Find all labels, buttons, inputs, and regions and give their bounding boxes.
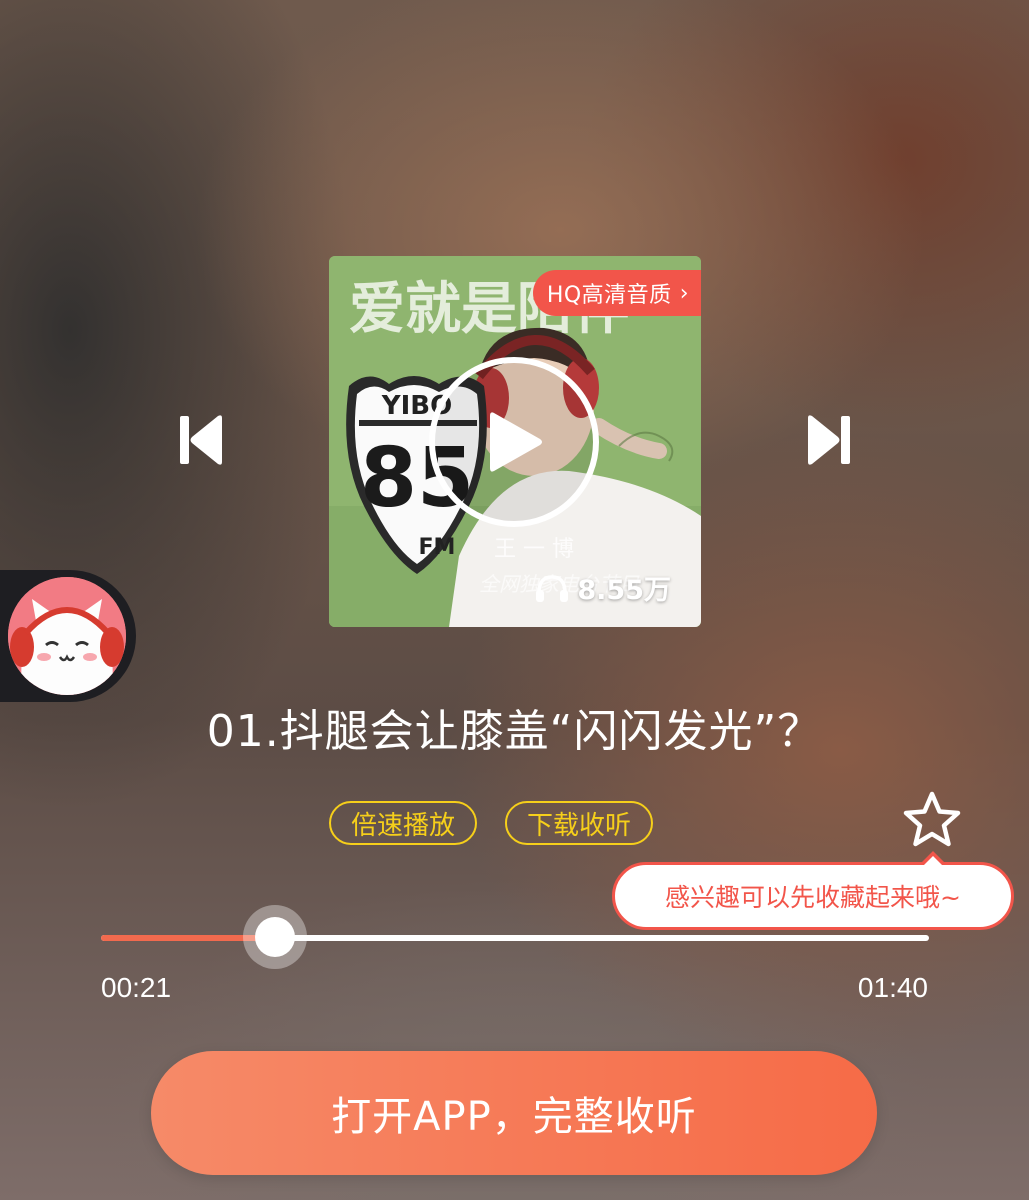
favorite-tooltip: 感兴趣可以先收藏起来哦~ — [612, 851, 1014, 930]
playback-speed-chip[interactable]: 倍速播放 — [329, 801, 478, 845]
tooltip-text: 感兴趣可以先收藏起来哦~ — [665, 883, 961, 912]
play-count-value: 8.55万 — [577, 575, 671, 606]
play-button[interactable] — [429, 357, 599, 527]
skip-previous-icon[interactable] — [178, 413, 224, 467]
feature-chips: 倍速播放 下载收听 — [329, 801, 654, 845]
skip-next-icon[interactable] — [806, 413, 852, 467]
chevron-right-icon: › — [679, 280, 689, 306]
total-time: 01:40 — [857, 972, 928, 1003]
hq-audio-badge[interactable]: HQ高清音质 › — [532, 270, 701, 316]
progress-thumb[interactable] — [242, 905, 307, 969]
sign-bottom-text: FM — [419, 535, 456, 560]
track-title: 01.抖腿会让膝盖“闪闪发光”？ — [206, 706, 823, 757]
progress-bar[interactable] — [101, 905, 929, 969]
floating-mascot-button[interactable] — [0, 570, 136, 702]
current-time: 00:21 — [101, 972, 172, 1003]
open-app-button[interactable]: 打开APP，完整收听 — [151, 1051, 877, 1175]
download-chip[interactable]: 下载收听 — [505, 801, 654, 845]
headphones-icon — [536, 574, 569, 602]
hq-badge-label: HQ高清音质 — [546, 283, 672, 308]
host-name-text: 王 一 博 — [494, 537, 574, 562]
cat-mascot-icon — [8, 577, 126, 695]
open-app-button-label: 打开APP，完整收听 — [331, 1094, 697, 1140]
progress-knob — [254, 917, 295, 957]
play-count: 8.55万 — [535, 568, 671, 607]
play-icon — [490, 412, 542, 472]
star-icon[interactable] — [900, 790, 964, 852]
album-cover[interactable]: 爱就是陪伴 YIBO 85 FM 王 一 博 全网独家电台节目 HQ高清音质 ›… — [329, 256, 701, 627]
audio-player-screen: 爱就是陪伴 YIBO 85 FM 王 一 博 全网独家电台节目 HQ高清音质 ›… — [0, 0, 1029, 1200]
